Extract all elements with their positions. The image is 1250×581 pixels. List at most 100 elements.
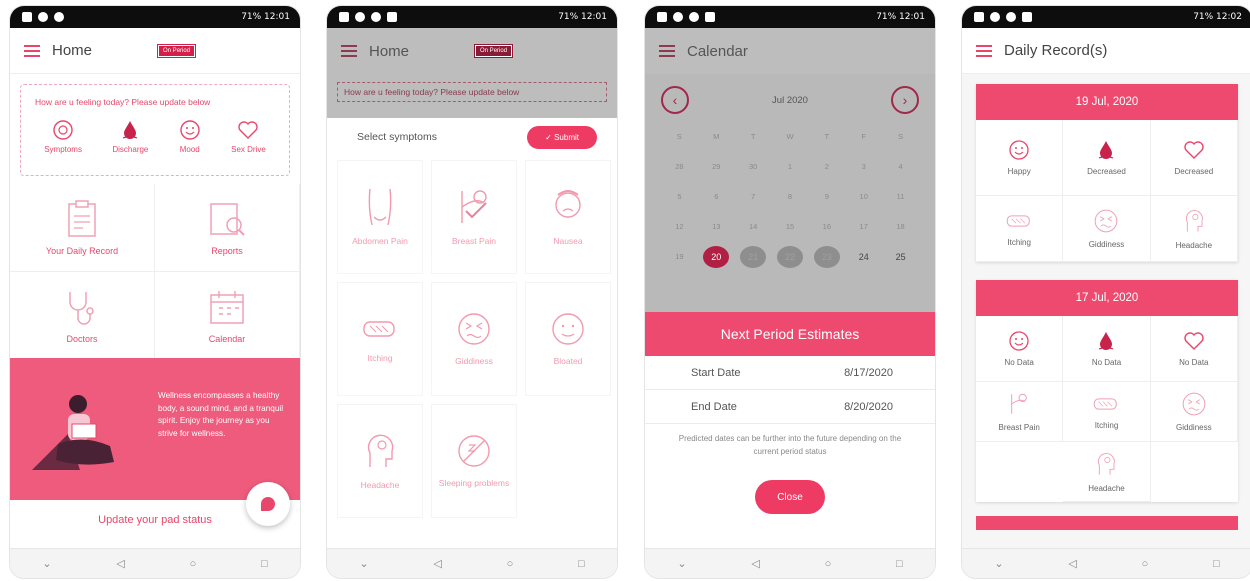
menu-icon[interactable]	[341, 45, 357, 57]
breast-icon	[1011, 393, 1027, 414]
nav-recent-icon[interactable]: □	[1213, 558, 1220, 570]
symptoms-header: Select symptoms ✓ Submit	[327, 118, 617, 156]
calendar-day[interactable]: 5	[661, 186, 698, 208]
nav-home-icon[interactable]: ○	[1142, 558, 1149, 570]
symptom-bloated[interactable]: Bloated	[525, 282, 611, 396]
next-record-card-stub[interactable]	[976, 516, 1238, 530]
clipboard-icon	[68, 199, 96, 237]
nav-recent-icon[interactable]: □	[578, 558, 585, 570]
nav-back-icon[interactable]: ◁	[116, 557, 124, 570]
nav-down-icon[interactable]: ⌄	[42, 557, 51, 570]
nav-home-icon[interactable]: ○	[190, 558, 197, 570]
submit-button[interactable]: ✓ Submit	[527, 125, 597, 149]
chat-bubble-icon	[261, 497, 275, 511]
record-card[interactable]: 17 Jul, 2020 No Data No Data No Data Bre…	[976, 280, 1238, 502]
menu-icon[interactable]	[659, 45, 675, 57]
symptom-label: Itching	[367, 352, 393, 363]
update-pad-status-link[interactable]: Update your pad status	[10, 514, 300, 526]
symptom-breast-pain[interactable]: Breast Pain	[431, 160, 517, 274]
wellness-quote: Wellness encompasses a healthy body, a s…	[158, 391, 284, 438]
week-row: 5 6 7 8 9 10 11	[661, 186, 919, 208]
status-icons	[974, 12, 1032, 22]
status-bar: 71% 12:01	[10, 6, 300, 28]
week-row: 19 20 21 22 23 24 25	[661, 246, 919, 268]
symptom-sleeping-problems[interactable]: Sleeping problems	[431, 404, 517, 518]
feeling-sex-drive-button[interactable]: Sex Drive	[231, 119, 266, 154]
calendar-day[interactable]: 30	[735, 156, 772, 178]
calendar-day[interactable]: 9	[808, 186, 845, 208]
next-month-button[interactable]: ›	[890, 86, 919, 114]
page-title: Home	[369, 42, 410, 60]
calendar-day[interactable]: 6	[698, 186, 735, 208]
symptom-headache[interactable]: Headache	[337, 404, 423, 518]
daily-record-tile[interactable]: Your Daily Record	[10, 184, 155, 272]
sleep-icon	[458, 434, 490, 467]
reports-tile[interactable]: Reports	[155, 184, 300, 272]
symptom-nausea[interactable]: Nausea	[525, 160, 611, 274]
smiley-icon	[180, 120, 200, 140]
nav-down-icon[interactable]: ⌄	[359, 557, 368, 570]
nav-home-icon[interactable]: ○	[507, 558, 514, 570]
nav-back-icon[interactable]: ◁	[751, 557, 759, 570]
feeling-card: How are u feeling today? Please update b…	[20, 84, 290, 176]
calendar-day[interactable]: 29	[698, 156, 735, 178]
close-button[interactable]: Close	[755, 480, 825, 514]
calendar-day[interactable]: 12	[661, 216, 698, 238]
calendar-day[interactable]: 17	[845, 216, 882, 238]
nav-down-icon[interactable]: ⌄	[994, 557, 1003, 570]
calendar-day-period[interactable]: 23	[808, 246, 845, 268]
calendar-day[interactable]: 7	[735, 186, 772, 208]
nav-recent-icon[interactable]: □	[261, 558, 268, 570]
calendar-day[interactable]: 24	[845, 246, 882, 268]
calendar-tile[interactable]: Calendar	[155, 272, 300, 360]
calendar-day[interactable]: 14	[735, 216, 772, 238]
calendar-day[interactable]: 25	[882, 246, 919, 268]
nav-down-icon[interactable]: ⌄	[677, 557, 686, 570]
calendar-day[interactable]: 11	[882, 186, 919, 208]
calendar-day[interactable]: 3	[845, 156, 882, 178]
nav-home-icon[interactable]: ○	[825, 558, 832, 570]
feeling-prompt: How are u feeling today? Please update b…	[35, 97, 211, 107]
calendar-day[interactable]: 4	[882, 156, 919, 178]
calendar-day[interactable]: 18	[882, 216, 919, 238]
calendar-day[interactable]: 16	[808, 216, 845, 238]
menu-icon[interactable]	[976, 44, 992, 57]
weekday-label: M	[713, 132, 720, 141]
calendar-day-period[interactable]: 22	[772, 246, 809, 268]
nav-back-icon[interactable]: ◁	[433, 557, 441, 570]
calendar-day[interactable]: 2	[808, 156, 845, 178]
calendar-day[interactable]: 10	[845, 186, 882, 208]
record-item-label: Giddiness	[1088, 240, 1125, 249]
feeling-discharge-button[interactable]: Discharge	[112, 119, 148, 154]
record-card[interactable]: 19 Jul, 2020 Happy Decreased Decreased I…	[976, 84, 1238, 262]
stethoscope-icon	[69, 291, 94, 325]
calendar-header: ‹ Jul 2020 ›	[661, 86, 919, 114]
feeling-symptoms-button[interactable]: Symptoms	[44, 119, 82, 154]
symptom-abdomen-pain[interactable]: Abdomen Pain	[337, 160, 423, 274]
menu-icon[interactable]	[24, 44, 40, 57]
calendar-day[interactable]: 13	[698, 216, 735, 238]
symptom-itching[interactable]: Itching	[337, 282, 423, 396]
symptom-giddiness[interactable]: Giddiness	[431, 282, 517, 396]
calendar-day[interactable]: 15	[772, 216, 809, 238]
prev-month-button[interactable]: ‹	[661, 86, 689, 114]
system-nav-bar: ⌄ ◁ ○ □	[645, 548, 935, 578]
symptoms-grid: Abdomen Pain Breast Pain Nausea Itching …	[327, 156, 617, 522]
calendar-day-period[interactable]: 21	[735, 246, 772, 268]
feeling-mood-button[interactable]: Mood	[179, 119, 201, 154]
calendar-day[interactable]: 1	[772, 156, 809, 178]
headache-icon	[1098, 453, 1116, 475]
nav-recent-icon[interactable]: □	[896, 558, 903, 570]
record-item-label: No Data	[1091, 358, 1122, 367]
calendar-day[interactable]: 8	[772, 186, 809, 208]
doctors-tile[interactable]: Doctors	[10, 272, 155, 360]
nav-back-icon[interactable]: ◁	[1068, 557, 1076, 570]
calendar-day-selected[interactable]: 20	[698, 246, 735, 268]
start-date-label: Start Date	[691, 366, 741, 379]
record-item: No Data	[1063, 316, 1151, 382]
reading-woman-illustration	[32, 395, 114, 470]
status-battery-time: 71% 12:02	[1193, 12, 1242, 22]
headache-icon	[1185, 210, 1203, 232]
calendar-day[interactable]: 19	[661, 246, 698, 268]
calendar-day[interactable]: 28	[661, 156, 698, 178]
